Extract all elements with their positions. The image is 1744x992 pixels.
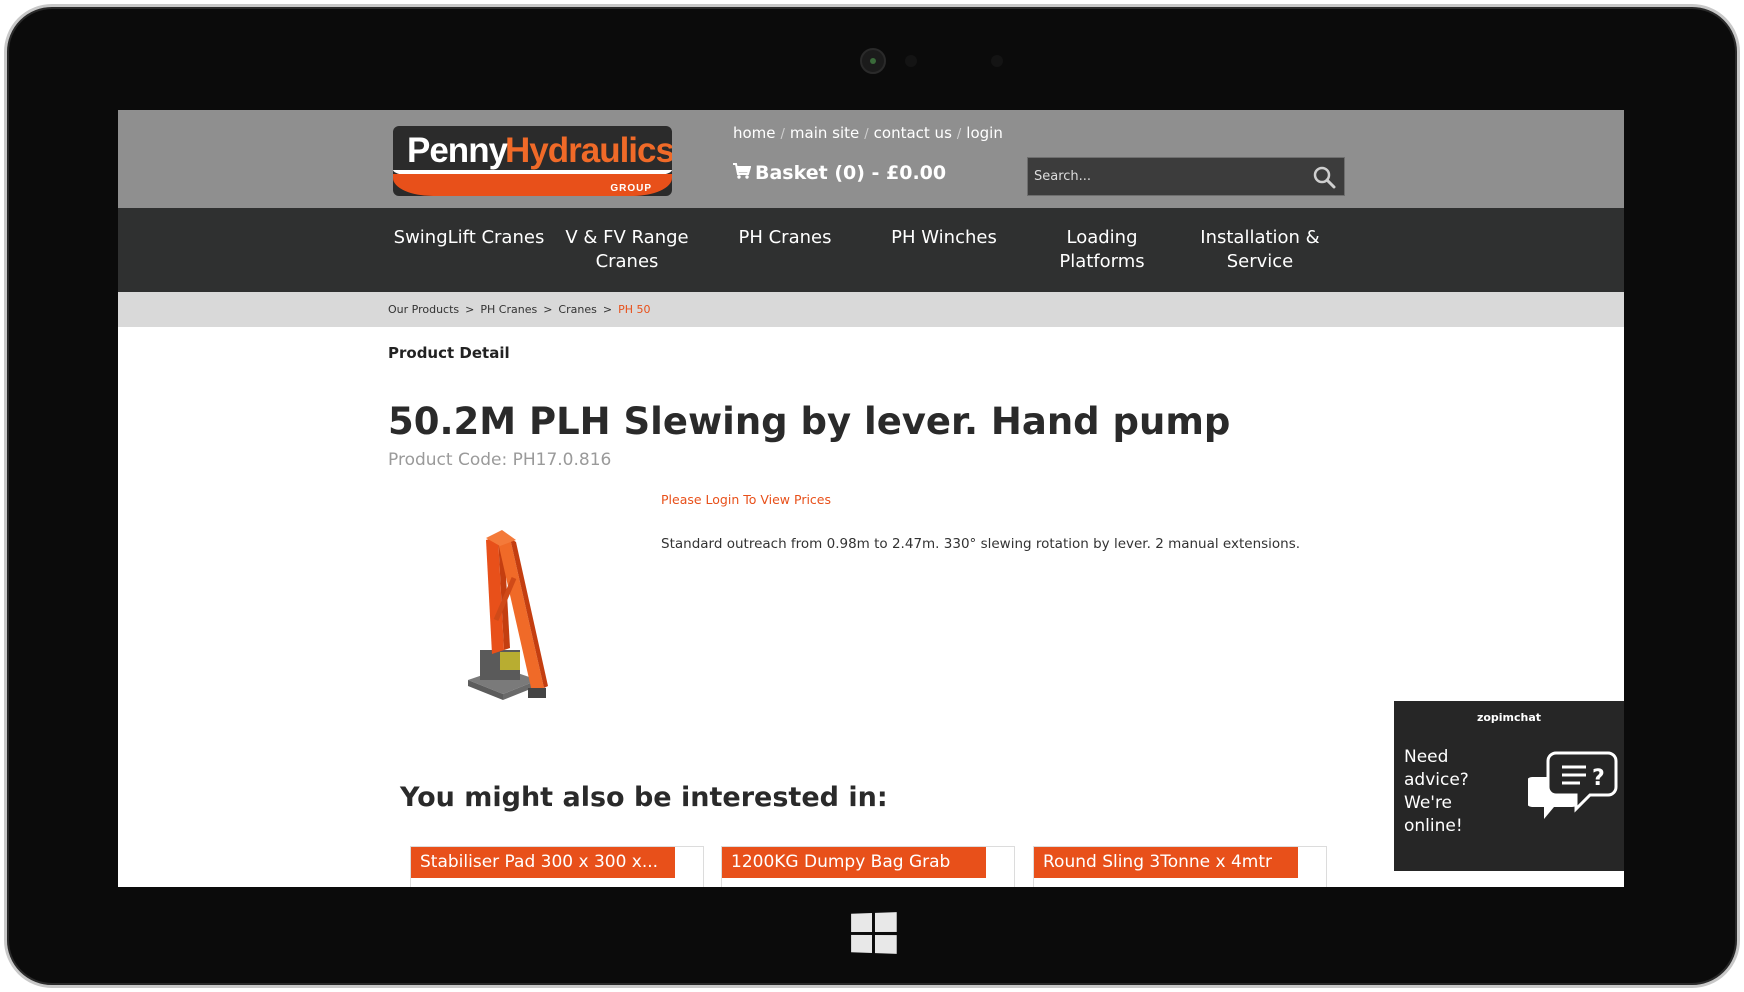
logo-word-hydraulics: Hydraulics bbox=[505, 131, 672, 170]
chat-bubble-icon: ? bbox=[1526, 747, 1618, 827]
related-product-label[interactable]: 1200KG Dumpy Bag Grab bbox=[722, 847, 986, 878]
link-separator: / bbox=[864, 127, 869, 142]
crane-product-image[interactable] bbox=[458, 520, 578, 710]
penny-hydraulics-logo[interactable]: Penny Hydraulics GROUP bbox=[393, 126, 672, 196]
breadcrumb-separator: > bbox=[465, 303, 475, 316]
breadcrumb-bar: Our Products > PH Cranes > Cranes > PH 50 bbox=[118, 292, 1624, 327]
nav-item-v-fv-range-cranes[interactable]: V & FV Range Cranes bbox=[548, 226, 706, 274]
breadcrumb: Our Products > PH Cranes > Cranes > PH 50 bbox=[388, 303, 650, 316]
login-link[interactable]: login bbox=[966, 124, 1003, 142]
breadcrumb-separator: > bbox=[543, 303, 553, 316]
nav-item-ph-winches[interactable]: PH Winches bbox=[865, 226, 1023, 250]
svg-text:?: ? bbox=[1592, 766, 1605, 791]
related-product-label[interactable]: Stabiliser Pad 300 x 300 x... bbox=[411, 847, 675, 878]
cart-icon bbox=[733, 163, 752, 184]
tablet-device: Penny Hydraulics GROUP home / main site / co… bbox=[0, 0, 1744, 992]
windows-logo-icon[interactable] bbox=[851, 912, 897, 954]
breadcrumb-item-our-products[interactable]: Our Products bbox=[388, 303, 459, 316]
chat-brand: zopimchat bbox=[1476, 711, 1542, 724]
main-site-link[interactable]: main site bbox=[790, 124, 859, 142]
chat-message: Need advice? We're online! bbox=[1404, 747, 1469, 836]
breadcrumb-separator: > bbox=[602, 303, 613, 316]
contact-us-link[interactable]: contact us bbox=[874, 124, 952, 142]
link-separator: / bbox=[780, 127, 785, 142]
login-to-view-prices-link[interactable]: Please Login To View Prices bbox=[661, 492, 831, 507]
product-description: Standard outreach from 0.98m to 2.47m. 3… bbox=[661, 536, 1301, 552]
product-code: Product Code: PH17.0.816 bbox=[388, 450, 612, 470]
breadcrumb-current: PH 50 bbox=[618, 303, 651, 316]
breadcrumb-item-ph-cranes[interactable]: PH Cranes bbox=[480, 303, 537, 316]
browser-viewport: Penny Hydraulics GROUP home / main site / co… bbox=[118, 110, 1624, 887]
section-heading: Product Detail bbox=[388, 344, 510, 362]
basket-summary[interactable]: Basket (0) - £0.00 bbox=[733, 162, 946, 184]
related-products-title: You might also be interested in: bbox=[400, 782, 888, 813]
nav-item-swinglift-cranes[interactable]: SwingLift Cranes bbox=[390, 226, 548, 250]
home-link[interactable]: home bbox=[733, 124, 776, 142]
breadcrumb-item-cranes[interactable]: Cranes bbox=[558, 303, 596, 316]
related-product-card[interactable]: Round Sling 3Tonne x 4mtr bbox=[1033, 846, 1327, 887]
chat-widget[interactable]: zopimchat Need advice? We're online! ? bbox=[1394, 701, 1624, 887]
basket-label: Basket (0) - £0.00 bbox=[755, 162, 947, 184]
main-nav: SwingLift Cranes V & FV Range Cranes PH … bbox=[118, 208, 1624, 292]
nav-item-installation-service[interactable]: Installation & Service bbox=[1181, 226, 1339, 274]
nav-item-ph-cranes[interactable]: PH Cranes bbox=[706, 226, 864, 250]
sensor-dot bbox=[905, 55, 917, 67]
site-header: Penny Hydraulics GROUP home / main site / co… bbox=[118, 110, 1624, 208]
logo-word-penny: Penny bbox=[407, 131, 508, 170]
search-icon[interactable] bbox=[1312, 165, 1336, 189]
search-input[interactable] bbox=[1028, 158, 1298, 195]
related-product-card[interactable]: 1200KG Dumpy Bag Grab bbox=[721, 846, 1015, 887]
logo-tagline: GROUP bbox=[610, 183, 652, 194]
nav-item-loading-platforms[interactable]: Loading Platforms bbox=[1023, 226, 1181, 274]
top-links: home / main site / contact us / login bbox=[733, 124, 1003, 142]
chat-input[interactable] bbox=[1394, 871, 1624, 887]
sensor-dot bbox=[991, 55, 1003, 67]
related-product-label[interactable]: Round Sling 3Tonne x 4mtr bbox=[1034, 847, 1298, 878]
related-product-card[interactable]: Stabiliser Pad 300 x 300 x... bbox=[410, 846, 704, 887]
search-box bbox=[1027, 157, 1345, 196]
camera-icon bbox=[860, 48, 886, 74]
product-title: 50.2M PLH Slewing by lever. Hand pump bbox=[388, 400, 1231, 443]
link-separator: / bbox=[956, 127, 962, 142]
